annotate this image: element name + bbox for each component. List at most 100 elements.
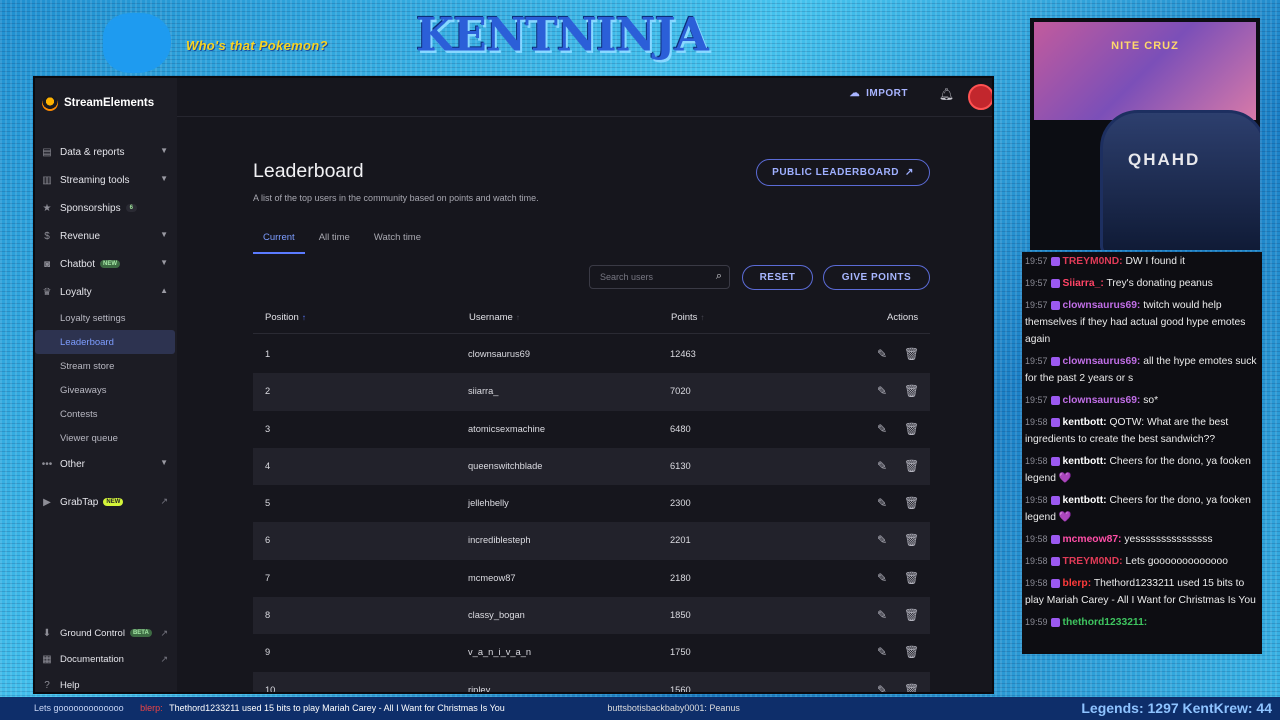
beta-badge: BETA (129, 629, 152, 637)
chevron-down-icon: ▼ (160, 174, 168, 183)
sidebar-item-chatbot[interactable]: ◙ Chatbot NEW ▼ (35, 250, 177, 278)
edit-icon[interactable]: ✎ (877, 608, 887, 622)
points-cell: 2300 (670, 498, 691, 509)
top-bar: ☁ IMPORT 🔔︎ (177, 78, 992, 117)
sidebar-item-help[interactable]: ? Help (35, 672, 177, 692)
sidebar-subitem-giveaways[interactable]: Giveaways (35, 378, 175, 402)
tab-all-time[interactable]: All time (309, 226, 360, 254)
bell-icon[interactable]: 🔔︎ (939, 87, 954, 101)
edit-icon[interactable]: ✎ (877, 571, 887, 585)
public-leaderboard-button[interactable]: PUBLIC LEADERBOARD ↗ (756, 159, 930, 186)
sidebar-item-ground-control[interactable]: ⬇ Ground Control BETA ↗ (35, 620, 177, 646)
sidebar-subitem-contests[interactable]: Contests (35, 402, 175, 426)
column-header-points[interactable]: Points ↑ (671, 312, 704, 323)
doc-icon: ▦ (42, 653, 52, 665)
trash-icon[interactable]: 🗑︎ (904, 533, 919, 547)
trash-icon[interactable]: 🗑︎ (904, 496, 919, 510)
subscriber-badge-icon (1050, 617, 1060, 627)
whos-that-pokemon-text: Who's that Pokemon? (186, 38, 328, 53)
search-users-input[interactable]: Search users ⌕ (589, 265, 730, 289)
leaderboard-tabs: Current All time Watch time (253, 226, 435, 254)
edit-icon[interactable]: ✎ (877, 459, 887, 473)
chat-timestamp: 19:57 (1025, 356, 1048, 366)
table-row: 4 queenswitchblade 6130 ✎ 🗑︎ (253, 447, 930, 486)
give-points-button[interactable]: GIVE POINTS (823, 265, 930, 290)
trash-icon[interactable]: 🗑︎ (904, 347, 919, 361)
chat-username: TREYM0ND: (1062, 256, 1123, 267)
app-logo[interactable]: StreamElements (42, 95, 154, 111)
sidebar-item-sponsorships[interactable]: ★ Sponsorships 6 (35, 194, 177, 222)
avatar[interactable] (968, 84, 992, 110)
chat-text: Trey's donating peanus (1106, 278, 1213, 289)
help-icon: ? (44, 679, 50, 691)
column-header-username[interactable]: Username ↑ (469, 312, 520, 323)
tab-current[interactable]: Current (253, 226, 305, 254)
stream-brand-logo: KENTNINJA (416, 8, 709, 63)
edit-icon[interactable]: ✎ (877, 347, 887, 361)
position-cell: 2 (265, 386, 271, 397)
subscriber-badge-icon (1050, 356, 1060, 366)
edit-icon[interactable]: ✎ (877, 384, 887, 398)
trash-icon[interactable]: 🗑︎ (904, 384, 919, 398)
pokemon-silhouette (103, 13, 171, 73)
sidebar-item-documentation[interactable]: ▦ Documentation ↗ (35, 646, 177, 672)
table-row: 5 jellehbelly 2300 ✎ 🗑︎ (253, 485, 930, 522)
table-row: 6 incrediblesteph 2201 ✎ 🗑︎ (253, 522, 930, 560)
position-cell: 9 (265, 647, 271, 658)
column-header-position[interactable]: Position ↑ (265, 312, 306, 323)
trash-icon[interactable]: 🗑︎ (904, 571, 919, 585)
username-cell: classy_bogan (468, 610, 525, 621)
import-button[interactable]: ☁ IMPORT (850, 88, 908, 99)
sort-icon: ↑ (700, 313, 705, 322)
sidebar-item-other[interactable]: ••• Other ▼ (35, 450, 177, 478)
trash-icon[interactable]: 🗑︎ (904, 422, 919, 436)
sidebar-subitem-loyalty-settings[interactable]: Loyalty settings (35, 306, 175, 330)
chat-message: 19:59 thethord1233211: (1022, 613, 1262, 635)
edit-icon[interactable]: ✎ (877, 496, 887, 510)
reset-button[interactable]: RESET (742, 265, 813, 290)
ticker-user-2: buttsbotisbackbaby0001: Peanus (607, 703, 740, 713)
position-cell: 4 (265, 460, 271, 471)
position-cell: 7 (265, 572, 271, 583)
chat-text: Thethord1233211 used 15 bits to play Mar… (1025, 578, 1256, 606)
sidebar-subitem-leaderboard[interactable]: Leaderboard (35, 330, 175, 354)
chat-text: so* (1143, 395, 1159, 406)
stream-chat-panel: 19:57 TREYM0ND: DW I found it 19:57 Siiarra… (1022, 252, 1262, 654)
username-cell: ripley (468, 684, 491, 694)
grabtap-icon: ▶ (43, 496, 51, 508)
leaderboard-table: 1 clownsaurus69 12463 ✎ 🗑︎ 2 siiarra_ 7020 ✎ 🗑︎ 3 a… (253, 336, 930, 694)
edit-icon[interactable]: ✎ (877, 683, 887, 692)
chat-timestamp: 19:58 (1025, 578, 1048, 588)
chevron-down-icon: ▼ (160, 146, 168, 155)
sidebar: StreamElements ▤ Data & reports ▼ ▥ Stre… (35, 78, 177, 692)
edit-icon[interactable]: ✎ (877, 645, 887, 659)
trash-icon[interactable]: 🗑︎ (904, 459, 919, 473)
sidebar-item-streaming-tools[interactable]: ▥ Streaming tools ▼ (35, 166, 177, 194)
position-cell: 8 (265, 610, 271, 621)
gaming-chair (1100, 110, 1260, 250)
edit-icon[interactable]: ✎ (877, 422, 887, 436)
trash-icon[interactable]: 🗑︎ (904, 683, 919, 692)
subscriber-badge-icon (1050, 556, 1060, 566)
subscriber-badge-icon (1050, 495, 1060, 505)
tab-watch-time[interactable]: Watch time (364, 226, 431, 254)
subscriber-badge-icon (1050, 534, 1060, 544)
wall-poster (1034, 22, 1256, 120)
sort-icon: ↑ (515, 313, 520, 322)
sort-asc-icon: ↑ (301, 313, 306, 322)
sidebar-item-grabtap[interactable]: ▶ GrabTap NEW ↗ (35, 488, 177, 516)
search-icon[interactable]: ⌕ (716, 270, 722, 283)
more-icon: ••• (41, 458, 53, 470)
sidebar-item-loyalty[interactable]: ♛ Loyalty ▲ (35, 278, 177, 306)
sidebar-item-revenue[interactable]: $ Revenue ▼ (35, 222, 177, 250)
sidebar-item-data-reports[interactable]: ▤ Data & reports ▼ (35, 138, 177, 166)
trash-icon[interactable]: 🗑︎ (904, 608, 919, 622)
chat-timestamp: 19:57 (1025, 278, 1048, 288)
trash-icon[interactable]: 🗑︎ (904, 645, 919, 659)
edit-icon[interactable]: ✎ (877, 533, 887, 547)
table-row: 2 siiarra_ 7020 ✎ 🗑︎ (253, 373, 930, 411)
sidebar-item-label: Sponsorships (60, 202, 121, 214)
sidebar-subitem-viewer-queue[interactable]: Viewer queue (35, 426, 175, 450)
sidebar-subitem-stream-store[interactable]: Stream store (35, 354, 175, 378)
new-badge: NEW (103, 498, 124, 506)
